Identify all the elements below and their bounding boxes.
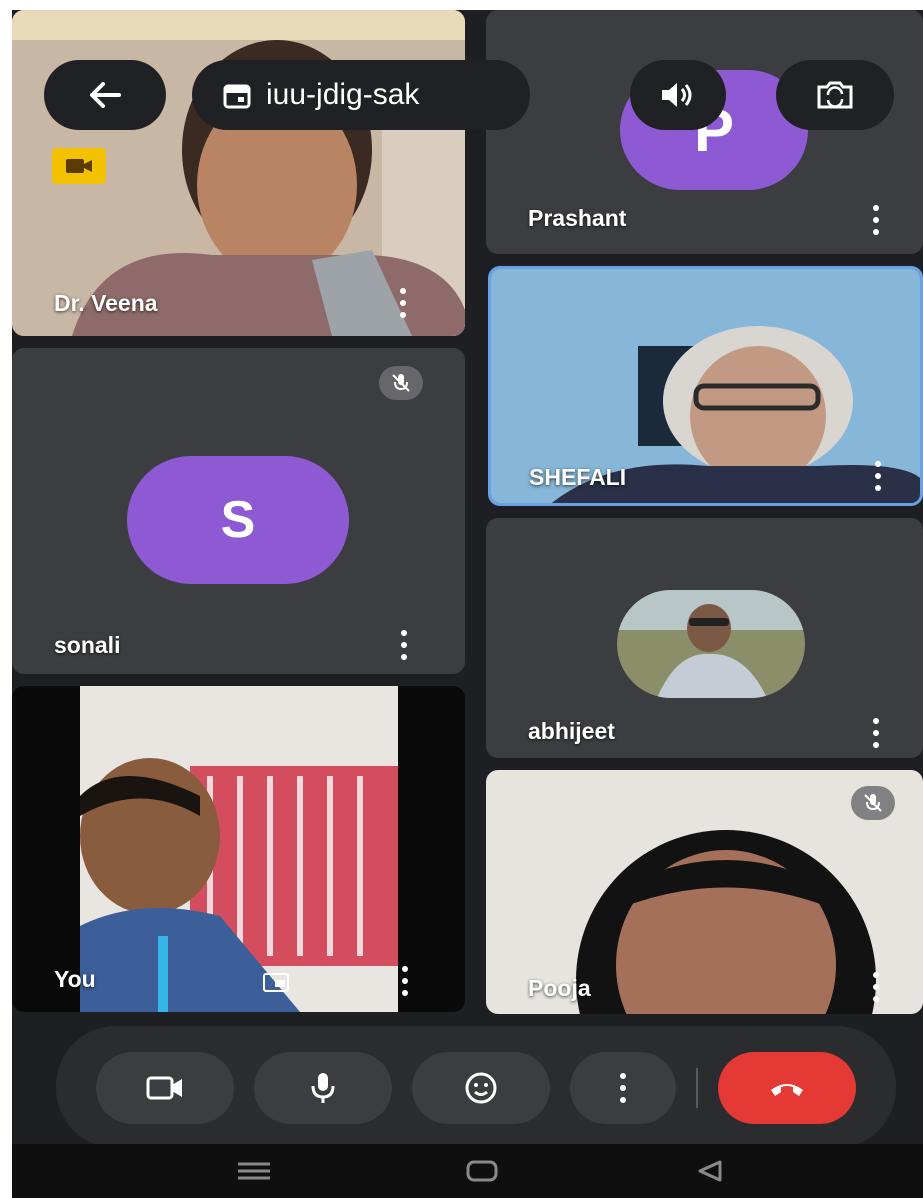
tile-menu-button[interactable] xyxy=(871,205,881,235)
system-navigation-bar xyxy=(12,1144,923,1198)
camera-off-badge xyxy=(52,148,106,184)
profile-photo xyxy=(617,590,805,698)
participant-tile-dr-veena[interactable]: Dr. Veena xyxy=(12,10,465,336)
meeting-info-button[interactable]: iuu-jdig-sak xyxy=(192,60,530,130)
mic-off-icon xyxy=(392,374,410,392)
tile-menu-button[interactable] xyxy=(400,966,410,996)
speaker-icon xyxy=(662,83,692,107)
emoji-icon xyxy=(465,1072,497,1104)
participant-tile-prashant[interactable]: P Prashant xyxy=(486,10,923,254)
meet-call-screen: Dr. Veena P Prashant SHEFALI S sonali ab… xyxy=(12,10,923,1198)
self-view-toggle-button[interactable] xyxy=(258,968,294,996)
microphone-toggle-button[interactable] xyxy=(254,1052,392,1124)
audio-output-button[interactable] xyxy=(630,60,726,130)
mic-off-icon xyxy=(864,794,882,812)
end-call-button[interactable] xyxy=(718,1052,856,1124)
participant-name-dr-veena: Dr. Veena xyxy=(54,290,158,316)
controls-divider xyxy=(696,1068,698,1108)
tile-menu-button[interactable] xyxy=(871,718,881,748)
self-video-preview xyxy=(80,686,398,1012)
meeting-code: iuu-jdig-sak xyxy=(266,78,420,111)
switch-camera-button[interactable] xyxy=(776,60,894,130)
participant-name-shefali: SHEFALI xyxy=(529,464,627,490)
reactions-button[interactable] xyxy=(412,1052,550,1124)
participant-tile-abhijeet[interactable]: abhijeet xyxy=(486,518,923,758)
recent-apps-icon[interactable] xyxy=(234,1159,274,1183)
muted-badge xyxy=(851,786,895,820)
tile-menu-button[interactable] xyxy=(871,972,881,1002)
video-camera-icon xyxy=(146,1076,182,1100)
participant-name-self: You xyxy=(54,966,96,992)
arrow-left-icon xyxy=(90,82,121,108)
participant-name-prashant: Prashant xyxy=(528,205,627,231)
home-icon[interactable] xyxy=(464,1159,500,1183)
muted-badge xyxy=(379,366,423,400)
participant-tile-self[interactable]: You xyxy=(12,686,465,1012)
picture-in-picture-icon xyxy=(263,973,289,992)
participant-name-pooja: Pooja xyxy=(528,975,591,1001)
participant-tile-sonali[interactable]: S sonali xyxy=(12,348,465,674)
more-vert-icon xyxy=(618,1073,628,1103)
back-button[interactable] xyxy=(44,60,166,130)
more-options-button[interactable] xyxy=(570,1052,676,1124)
tile-menu-button[interactable] xyxy=(398,288,408,318)
calendar-icon xyxy=(223,84,251,109)
participant-tile-pooja[interactable]: Pooja xyxy=(486,770,923,1014)
participant-photo-abhijeet xyxy=(617,590,805,698)
tile-menu-button[interactable] xyxy=(873,461,883,491)
microphone-icon xyxy=(311,1073,335,1103)
camera-toggle-button[interactable] xyxy=(96,1052,234,1124)
participant-name-sonali: sonali xyxy=(54,632,121,658)
participant-tile-shefali[interactable]: SHEFALI xyxy=(488,266,923,506)
tile-menu-button[interactable] xyxy=(399,630,409,660)
participant-avatar-sonali: S xyxy=(127,456,349,584)
switch-camera-icon xyxy=(817,81,853,109)
participant-name-abhijeet: abhijeet xyxy=(528,718,615,744)
video-off-icon xyxy=(66,159,92,173)
hang-up-icon xyxy=(771,1084,803,1096)
back-nav-icon[interactable] xyxy=(694,1159,726,1183)
